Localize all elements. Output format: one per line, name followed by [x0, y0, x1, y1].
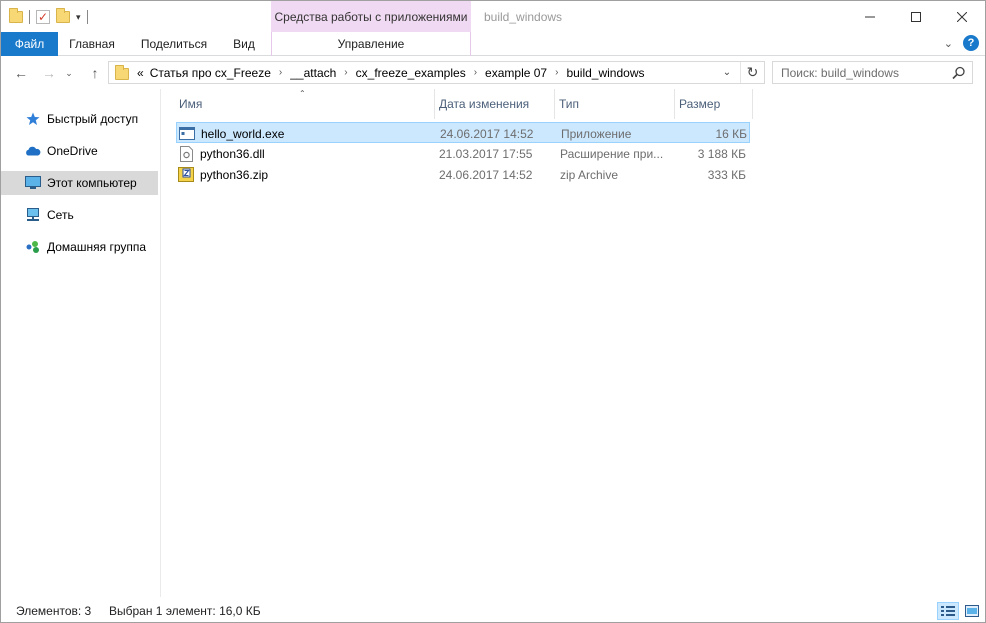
file-name: python36.zip	[200, 167, 269, 182]
recent-locations-button[interactable]: ⌄	[62, 63, 76, 83]
column-header-date[interactable]: Дата изменения	[435, 89, 555, 119]
help-icon[interactable]: ?	[963, 35, 979, 51]
tab-manage[interactable]: Управление	[271, 32, 471, 56]
column-header-type[interactable]: Тип	[555, 89, 675, 119]
back-button[interactable]: ←	[10, 63, 32, 83]
divider	[29, 10, 30, 24]
tab-file[interactable]: Файл	[1, 32, 58, 56]
customize-toolbar-icon[interactable]: ▾	[76, 12, 81, 23]
large-icons-view-icon	[965, 605, 979, 617]
nav-item-onedrive[interactable]: OneDrive	[1, 139, 158, 163]
nav-item-this-pc[interactable]: Этот компьютер	[1, 171, 158, 195]
chevron-right-icon[interactable]: ›	[474, 67, 477, 78]
new-folder-icon[interactable]	[56, 8, 70, 23]
minimize-button[interactable]	[847, 1, 893, 32]
folder-icon	[115, 65, 129, 80]
chevron-right-icon[interactable]: ›	[344, 67, 347, 78]
file-date: 21.03.2017 17:55	[439, 146, 533, 161]
star-icon	[25, 111, 41, 127]
nav-item-label: Этот компьютер	[47, 176, 137, 190]
tab-home[interactable]: Главная	[61, 32, 123, 56]
dll-icon	[178, 145, 194, 162]
refresh-button[interactable]: ↻	[740, 62, 764, 83]
homegroup-icon	[25, 239, 41, 255]
navigation-pane: Быстрый доступ OneDrive Этот компьютер С…	[1, 89, 161, 597]
table-row[interactable]: python36.zip 24.06.2017 14:52 zip Archiv…	[176, 164, 750, 185]
nav-item-label: Домашняя группа	[47, 240, 147, 254]
close-button[interactable]	[939, 1, 985, 32]
folder-icon	[9, 8, 23, 23]
file-type: Расширение при...	[560, 146, 664, 161]
ribbon-tabs: Файл Главная Поделиться Вид Управление ⌄…	[1, 32, 985, 56]
column-header-name[interactable]: Имя	[175, 89, 435, 119]
tab-view[interactable]: Вид	[225, 32, 263, 56]
selection-info: Выбран 1 элемент: 16,0 КБ	[109, 604, 261, 618]
exe-icon	[179, 126, 195, 142]
title-bar: ✓ ▾ Средства работы с приложениями build…	[1, 1, 985, 32]
file-date: 24.06.2017 14:52	[439, 167, 533, 182]
item-count: Элементов: 3	[16, 604, 92, 618]
maximize-button[interactable]	[893, 1, 939, 32]
zip-icon	[178, 167, 194, 183]
divider	[86, 10, 88, 24]
properties-icon[interactable]: ✓	[36, 10, 50, 24]
search-icon[interactable]	[952, 66, 966, 80]
expand-ribbon-icon[interactable]: ⌄	[944, 37, 953, 50]
details-view-button[interactable]	[937, 602, 959, 620]
breadcrumb-item[interactable]: __attach	[290, 66, 336, 80]
forward-button[interactable]: →	[38, 63, 60, 83]
nav-item-label: Сеть	[47, 208, 74, 222]
file-date: 24.06.2017 14:52	[440, 126, 534, 141]
file-type: Приложение	[561, 126, 632, 141]
search-placeholder: Поиск: build_windows	[781, 65, 899, 80]
chevron-down-icon[interactable]: ⌄	[718, 62, 736, 83]
breadcrumb-item[interactable]: cx_freeze_examples	[356, 66, 466, 80]
network-icon	[25, 207, 41, 223]
breadcrumb-item[interactable]: example 07	[485, 66, 547, 80]
navigation-bar: ← → ⌄ ↑ « Статья про cx_Freeze › __attac…	[1, 57, 985, 89]
status-bar: Элементов: 3 Выбран 1 элемент: 16,0 КБ	[1, 600, 985, 622]
context-tab-group-label: Средства работы с приложениями	[271, 1, 471, 32]
nav-item-label: OneDrive	[47, 144, 98, 158]
nav-item-quick-access[interactable]: Быстрый доступ	[1, 107, 158, 131]
file-size: 333 КБ	[707, 167, 746, 182]
up-button[interactable]: ↑	[84, 63, 106, 83]
quick-access-toolbar: ✓ ▾	[9, 7, 88, 27]
column-header-size[interactable]: Размер	[675, 89, 753, 119]
nav-item-label: Быстрый доступ	[47, 112, 139, 126]
file-size: 16 КБ	[715, 126, 747, 141]
details-view-icon	[941, 606, 955, 616]
ribbon-controls: ⌄ ?	[944, 35, 979, 51]
file-name: hello_world.exe	[201, 126, 285, 141]
nav-item-homegroup[interactable]: Домашняя группа	[1, 235, 158, 259]
explorer-window: ✓ ▾ Средства работы с приложениями build…	[0, 0, 986, 623]
search-input[interactable]: Поиск: build_windows	[772, 61, 973, 84]
breadcrumb: « Статья про cx_Freeze › __attach › cx_f…	[137, 66, 644, 80]
breadcrumb-overflow[interactable]: «	[137, 66, 144, 80]
tab-share[interactable]: Поделиться	[135, 32, 213, 56]
file-type: zip Archive	[560, 167, 619, 182]
large-icons-view-button[interactable]	[961, 602, 983, 620]
nav-item-network[interactable]: Сеть	[1, 203, 158, 227]
chevron-right-icon[interactable]: ›	[279, 67, 282, 78]
breadcrumb-item[interactable]: build_windows	[566, 66, 644, 80]
chevron-right-icon[interactable]: ›	[555, 67, 558, 78]
address-bar[interactable]: « Статья про cx_Freeze › __attach › cx_f…	[108, 61, 765, 84]
breadcrumb-item[interactable]: Статья про cx_Freeze	[150, 66, 271, 80]
computer-icon	[25, 175, 41, 191]
file-size: 3 188 КБ	[697, 146, 746, 161]
cloud-icon	[25, 143, 41, 159]
table-row[interactable]: hello_world.exe 24.06.2017 14:52 Приложе…	[176, 122, 750, 143]
table-row[interactable]: python36.dll 21.03.2017 17:55 Расширение…	[176, 143, 750, 164]
file-name: python36.dll	[200, 146, 265, 161]
window-title: build_windows	[484, 10, 563, 24]
